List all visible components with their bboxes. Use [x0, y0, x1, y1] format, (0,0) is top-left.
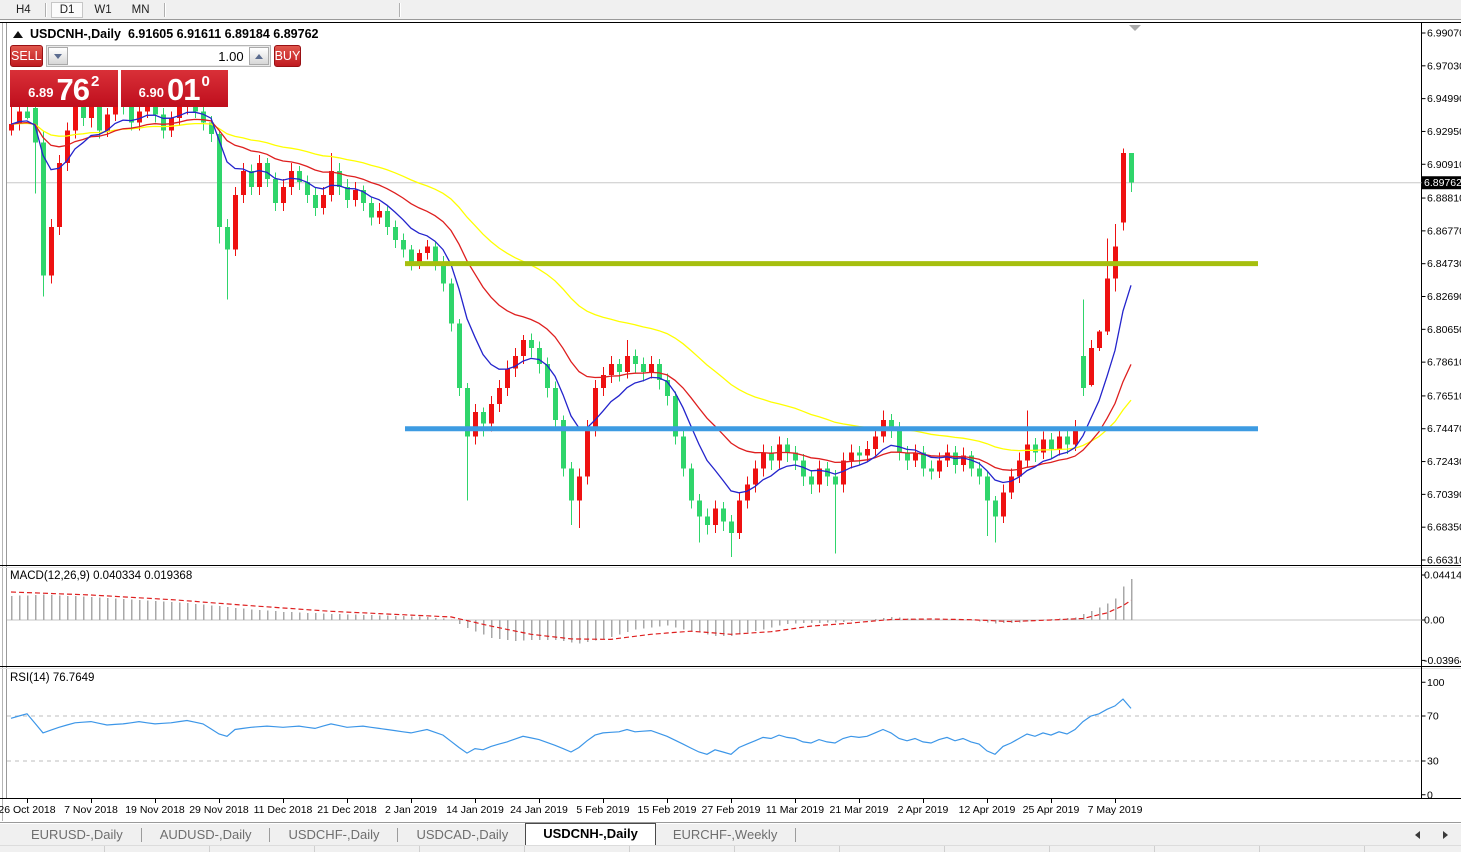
svg-text:11 Mar 2019: 11 Mar 2019: [766, 804, 824, 816]
collapse-trade-panel-icon[interactable]: [13, 31, 23, 38]
svg-text:6.84730: 6.84730: [1427, 258, 1461, 270]
svg-text:6.72430: 6.72430: [1427, 456, 1461, 468]
date-axis: 26 Oct 2018 7 Nov 2018 19 Nov 2018 29 Nov 2…: [0, 799, 1143, 816]
tab-separator: [141, 828, 142, 842]
toolbar-separator: [45, 3, 46, 17]
price-chart-canvas[interactable]: 6.99070 6.97030 6.94990 6.92950 6.90910 6.888…: [0, 21, 1461, 822]
volume-spinner: [46, 45, 271, 67]
svg-text:6.82690: 6.82690: [1427, 291, 1461, 303]
tabbar-scroll-right-button[interactable]: [1439, 829, 1451, 841]
svg-text:7 Nov 2018: 7 Nov 2018: [64, 804, 118, 816]
spinner-up-icon: [255, 54, 263, 59]
scroll-left-icon: [1415, 831, 1420, 839]
svg-text:0.044143: 0.044143: [1424, 570, 1461, 582]
tab-usdchf-daily[interactable]: USDCHF-,Daily: [271, 825, 396, 845]
svg-text:70: 70: [1427, 711, 1439, 723]
chart-title: USDCNH-,Daily 6.91605 6.91611 6.89184 6.…: [13, 27, 318, 41]
svg-text:14 Jan 2019: 14 Jan 2019: [446, 804, 504, 816]
svg-text:24 Jan 2019: 24 Jan 2019: [510, 804, 568, 816]
svg-text:-0.03964: -0.03964: [1424, 655, 1461, 667]
tab-usdcad-daily[interactable]: USDCAD-,Daily: [399, 825, 525, 845]
candles-layer: [9, 87, 1134, 557]
svg-text:6.99070: 6.99070: [1427, 28, 1461, 40]
macd-indicator-label: MACD(12,26,9) 0.040334 0.019368: [10, 570, 192, 582]
timeframe-mn-button[interactable]: MN: [123, 2, 159, 18]
sell-button[interactable]: SELL: [10, 45, 43, 67]
svg-text:12 Apr 2019: 12 Apr 2019: [959, 804, 1016, 816]
svg-text:6.68350: 6.68350: [1427, 522, 1461, 534]
price-axis: 6.99070 6.97030 6.94990 6.92950 6.90910 6.888…: [1422, 28, 1461, 567]
buy-price-prefix: 6.90: [139, 86, 164, 104]
ohlc-readout: 6.91605 6.91611 6.89184 6.89762: [128, 27, 318, 41]
svg-text:6.66310: 6.66310: [1427, 555, 1461, 567]
scroll-right-icon: [1443, 831, 1448, 839]
svg-text:6.76510: 6.76510: [1427, 390, 1461, 402]
svg-text:100: 100: [1427, 677, 1445, 689]
svg-text:2 Jan 2019: 2 Jan 2019: [385, 804, 437, 816]
svg-text:6.92950: 6.92950: [1427, 126, 1461, 138]
sell-price-point: 2: [91, 73, 99, 90]
svg-text:21 Dec 2018: 21 Dec 2018: [317, 804, 377, 816]
svg-text:11 Dec 2018: 11 Dec 2018: [254, 804, 313, 816]
svg-text:21 Mar 2019: 21 Mar 2019: [830, 804, 889, 816]
timeframe-d1-button[interactable]: D1: [51, 2, 84, 18]
buy-price-point: 0: [201, 73, 209, 90]
chart-shift-icon: [1129, 25, 1141, 31]
buy-button[interactable]: BUY: [274, 45, 302, 67]
sell-price-prefix: 6.89: [28, 86, 53, 104]
svg-text:6.90910: 6.90910: [1427, 159, 1461, 171]
svg-text:2 Apr 2019: 2 Apr 2019: [898, 804, 949, 816]
svg-text:15 Feb 2019: 15 Feb 2019: [638, 804, 697, 816]
svg-text:30: 30: [1427, 756, 1439, 768]
symbol-period-label: USDCNH-,Daily: [30, 27, 121, 41]
toolbar-separator: [399, 3, 400, 17]
svg-text:25 Apr 2019: 25 Apr 2019: [1023, 804, 1080, 816]
svg-text:0: 0: [1427, 789, 1433, 801]
sell-price-pips: 76: [56, 75, 88, 104]
rsi-indicator-label: RSI(14) 76.7649: [10, 672, 94, 684]
tab-usdcnh-daily[interactable]: USDCNH-,Daily: [525, 823, 656, 845]
moving-averages-layer: [11, 112, 1131, 493]
svg-text:6.97030: 6.97030: [1427, 60, 1461, 72]
tab-separator: [795, 828, 796, 842]
svg-text:26 Oct 2018: 26 Oct 2018: [0, 804, 56, 816]
svg-text:29 Nov 2018: 29 Nov 2018: [189, 804, 249, 816]
svg-text:6.86770: 6.86770: [1427, 225, 1461, 237]
tab-separator: [269, 828, 270, 842]
tab-audusd-daily[interactable]: AUDUSD-,Daily: [143, 825, 269, 845]
svg-text:7 May 2019: 7 May 2019: [1088, 804, 1143, 816]
buy-price-panel[interactable]: 6.90 01 0: [121, 70, 229, 107]
svg-text:5 Feb 2019: 5 Feb 2019: [576, 804, 629, 816]
svg-text:6.78610: 6.78610: [1427, 357, 1461, 369]
macd-layer: 0.044143 0.00 -0.03964: [7, 570, 1461, 667]
svg-text:6.94990: 6.94990: [1427, 93, 1461, 105]
timeframe-toolbar: H4 D1 W1 MN: [0, 0, 1461, 20]
svg-text:0.00: 0.00: [1424, 615, 1445, 627]
volume-increase-button[interactable]: [249, 47, 269, 65]
one-click-trading-panel: SELL BUY 6.89 76 2 6.90 01 0: [10, 45, 228, 107]
svg-text:6.88810: 6.88810: [1427, 193, 1461, 205]
tab-eurchf-weekly[interactable]: EURCHF-,Weekly: [656, 825, 795, 845]
rsi-layer: 100 70 30 0: [7, 677, 1445, 802]
svg-text:6.74470: 6.74470: [1427, 423, 1461, 435]
svg-text:6.89762: 6.89762: [1424, 177, 1461, 189]
buy-price-pips: 01: [167, 75, 199, 104]
svg-text:6.80650: 6.80650: [1427, 324, 1461, 336]
sell-price-panel[interactable]: 6.89 76 2: [10, 70, 118, 107]
timeframe-h4-button[interactable]: H4: [7, 2, 40, 18]
toolbar-separator: [164, 3, 165, 17]
tab-eurusd-daily[interactable]: EURUSD-,Daily: [14, 825, 140, 845]
volume-input[interactable]: [68, 47, 249, 65]
tab-separator: [397, 828, 398, 842]
svg-text:27 Feb 2019: 27 Feb 2019: [702, 804, 761, 816]
chart-tabbar: EURUSD-,Daily AUDUSD-,Daily USDCHF-,Dail…: [0, 822, 1461, 845]
volume-decrease-button[interactable]: [48, 47, 68, 65]
svg-text:19 Nov 2018: 19 Nov 2018: [125, 804, 185, 816]
svg-text:6.70390: 6.70390: [1427, 489, 1461, 501]
spinner-down-icon: [54, 54, 62, 59]
tabbar-scroll-left-button[interactable]: [1411, 829, 1423, 841]
timeframe-w1-button[interactable]: W1: [85, 2, 120, 18]
